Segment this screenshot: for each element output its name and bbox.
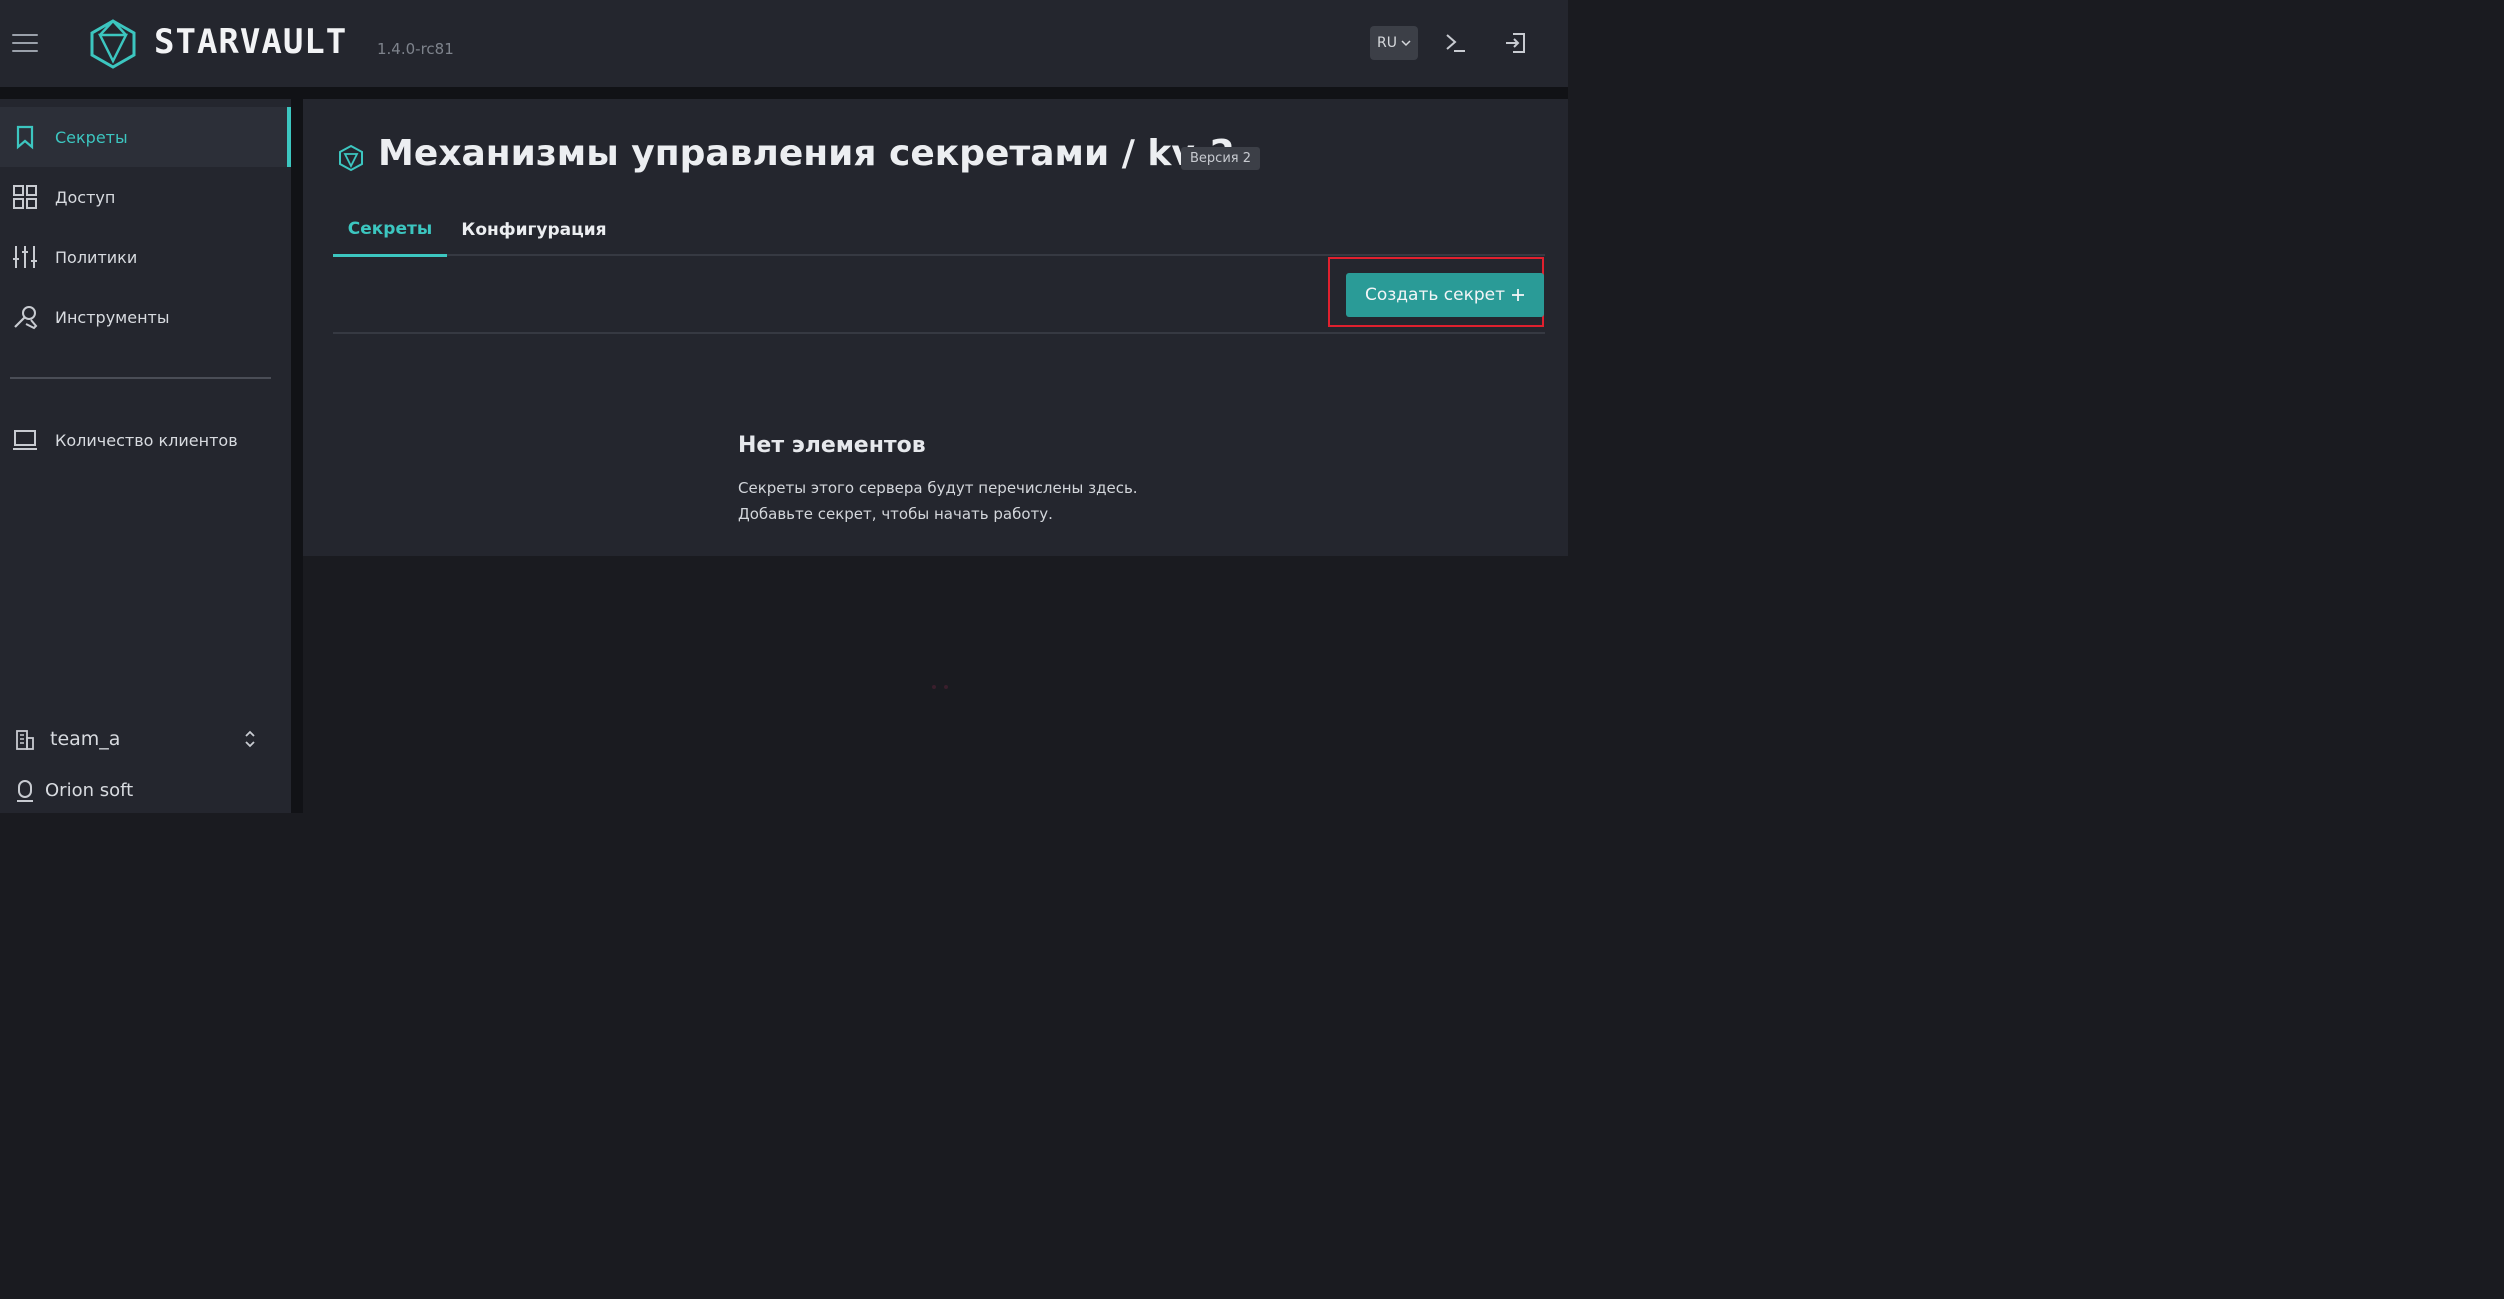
plus-icon	[1512, 289, 1525, 301]
sidebar-item-tools[interactable]: Инструменты	[0, 287, 291, 347]
chevron-down-icon	[1401, 40, 1411, 47]
menu-icon[interactable]	[12, 34, 38, 52]
org-name: Orion soft	[45, 780, 134, 801]
tab-bar: Секреты Конфигурация	[333, 204, 1545, 257]
brand-name: STARVAULT	[154, 22, 348, 62]
team-selector[interactable]: team_a	[0, 721, 291, 757]
chevron-updown-icon	[245, 730, 255, 748]
sliders-icon	[13, 246, 37, 268]
sidebar-item-label: Количество клиентов	[55, 430, 238, 450]
sidebar-gutter	[291, 99, 303, 813]
version-badge: Версия 2	[1181, 147, 1260, 170]
top-header: STARVAULT 1.4.0-rc81 RU	[0, 0, 1568, 87]
building-icon	[16, 730, 34, 750]
sidebar-item-policies[interactable]: Политики	[0, 227, 291, 287]
starvault-logo-icon	[90, 19, 136, 69]
bookmark-icon	[16, 125, 34, 150]
sidebar-item-label: Секреты	[55, 127, 128, 147]
sidebar-divider	[10, 377, 271, 379]
sidebar-item-label: Инструменты	[55, 307, 170, 327]
app-version: 1.4.0-rc81	[377, 40, 454, 58]
engine-icon	[339, 144, 363, 172]
grid-icon	[13, 185, 37, 209]
sidebar: Секреты Доступ Политики Инструменты Коли…	[0, 99, 291, 813]
tools-icon	[14, 306, 38, 330]
sidebar-item-access[interactable]: Доступ	[0, 167, 291, 227]
team-name: team_a	[50, 728, 121, 750]
language-select[interactable]: RU	[1370, 26, 1418, 60]
organization-info: Orion soft	[0, 775, 291, 807]
empty-state-description: Секреты этого сервера будут перечислены …	[738, 479, 1138, 523]
loading-dots-icon	[932, 685, 948, 689]
sidebar-item-secrets[interactable]: Секреты	[0, 107, 291, 167]
tab-secrets[interactable]: Секреты	[333, 204, 447, 257]
terminal-icon[interactable]	[1444, 30, 1468, 56]
create-secret-button[interactable]: Создать секрет	[1346, 273, 1544, 317]
create-secret-label: Создать секрет	[1364, 285, 1506, 305]
org-logo-icon	[17, 780, 33, 802]
sidebar-item-label: Политики	[55, 247, 138, 267]
toolbar-divider	[333, 332, 1545, 334]
header-divider	[0, 87, 1568, 99]
sidebar-item-label: Доступ	[55, 187, 116, 207]
tab-configuration[interactable]: Конфигурация	[447, 204, 621, 256]
language-value: RU	[1377, 35, 1397, 51]
sidebar-item-client-count[interactable]: Количество клиентов	[0, 410, 291, 470]
main-background	[303, 556, 1568, 813]
empty-state-title: Нет элементов	[738, 433, 926, 458]
laptop-icon	[13, 430, 37, 450]
logout-icon[interactable]	[1504, 30, 1528, 56]
page-title: Механизмы управления секретами / kv-2	[378, 133, 1235, 174]
main-panel: Механизмы управления секретами / kv-2 Ве…	[303, 99, 1568, 556]
